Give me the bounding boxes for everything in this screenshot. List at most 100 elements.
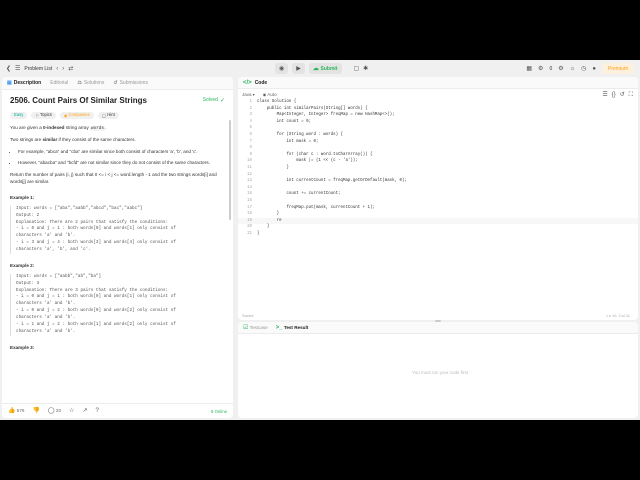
topics-badge[interactable]: ⚐ Topics (31, 112, 56, 119)
code-text: mask |= (1 << (c - 'a')); (257, 159, 358, 164)
line-number: 1 (249, 100, 252, 104)
result-tabbar: ☑ Testcase >_ Test Result (238, 322, 638, 334)
code-line[interactable]: 7 int mask = 0; (238, 139, 638, 146)
code-line[interactable]: 13 int currentCount = freqMap.getOrDefau… (238, 178, 638, 185)
code-text: } (257, 166, 289, 170)
prev-problem-icon[interactable]: ‹ (56, 66, 58, 72)
autocomplete-toggle[interactable]: ◉ Auto (263, 92, 277, 97)
code-tab-label[interactable]: Code (255, 80, 268, 86)
code-line[interactable]: 12 (238, 172, 638, 179)
reset-icon[interactable]: ↺ (620, 92, 625, 98)
tab-editorial[interactable]: Editorial (50, 80, 68, 86)
streak-icon[interactable]: ⚙ (538, 66, 543, 72)
code-line[interactable]: 21} (238, 231, 638, 238)
submit-button[interactable]: ☁ Submit (308, 63, 342, 74)
avatar[interactable]: ● (592, 66, 596, 72)
code-line[interactable]: 15 count += currentCount; (238, 191, 638, 198)
code-line[interactable]: 8 (238, 145, 638, 152)
tab-test-result[interactable]: >_ Test Result (276, 325, 309, 331)
code-line[interactable]: 17 freqMap.put(mask, currentCount + 1); (238, 205, 638, 212)
notification-icon[interactable]: ☼ (570, 66, 576, 72)
leetcode-app: ❮ ☰ Problem List ‹ › ⇄ ◉ ▶ ☁ Submit ▢ ✱ … (0, 60, 640, 420)
code-line[interactable]: 9 for (char c : word.toCharArray()) { (238, 152, 638, 159)
like-button[interactable]: 👍 576 (8, 408, 24, 414)
example-1-heading: Example 1: (10, 194, 35, 200)
code-text: for (char c : word.toCharArray()) { (257, 152, 373, 157)
line-number: 5 (249, 126, 252, 131)
list-icon[interactable]: ☰ (15, 66, 20, 72)
code-line[interactable]: 10 mask |= (1 << (c - 'a')); (238, 158, 638, 165)
code-line[interactable]: 19 re (238, 217, 638, 225)
code-text: public int similarPairs(String[] words) … (257, 106, 368, 111)
layout-icon[interactable]: ▦ (526, 66, 532, 72)
thumbs-down-icon[interactable]: 👎 (32, 408, 39, 414)
problem-badges: Easy ⚐ Topics ◉ Companies ◯ Hint (10, 112, 225, 119)
tab-testcase[interactable]: ☑ Testcase (243, 325, 268, 331)
bug-icon: ◉ (279, 65, 285, 72)
code-line[interactable]: 18 } (238, 211, 638, 218)
bookmark-icon[interactable]: ☰ (602, 92, 607, 98)
companies-badge[interactable]: ◉ Companies (59, 112, 94, 119)
code-line[interactable]: 3 Map<Integer, Integer> freqMap = new Ha… (238, 112, 638, 119)
line-number: 9 (249, 152, 252, 157)
line-number: 11 (247, 166, 252, 170)
code-line[interactable]: 20 } (238, 224, 638, 231)
document-icon: ▤ (7, 79, 12, 86)
chevron-down-icon: ▾ (252, 91, 255, 97)
shuffle-icon[interactable]: ⇄ (68, 66, 73, 72)
code-line[interactable]: 1 class Solution { (238, 99, 638, 106)
help-icon[interactable]: ? (95, 408, 98, 414)
problem-list-link[interactable]: Problem List (24, 66, 52, 72)
code-line[interactable]: 4 int count = 0; (238, 119, 638, 126)
code-line[interactable]: 11 } (238, 165, 638, 172)
code-text: } (257, 212, 280, 217)
list-item: For example, "abca" and "cba" are simila… (18, 149, 225, 156)
language-select[interactable]: Java ▾ (242, 92, 255, 97)
code-text: freqMap.put(mask, currentCount + 1); (257, 205, 375, 210)
code-text: int currentCount = freqMap.getOrDefault(… (257, 179, 407, 184)
editor-tools: ☰ {} ↺ ⛶ (602, 92, 633, 98)
comments-button[interactable]: ◯ 20 (48, 408, 61, 414)
code-text: for (String word : words) { (257, 133, 343, 137)
code-line[interactable]: 14 (238, 185, 638, 192)
run-button[interactable]: ▶ (292, 63, 305, 74)
code-brackets-icon: </> (243, 79, 252, 86)
similar-definition: Two strings are similar if they consist … (10, 137, 136, 143)
example-3-heading: Example 3: (10, 344, 35, 350)
code-text: int mask = 0; (257, 139, 319, 144)
code-editor[interactable]: 1 class Solution {2 public int similarPai… (238, 99, 638, 299)
logo-icon[interactable]: ❮ (6, 66, 11, 72)
braces-icon[interactable]: {} (612, 92, 616, 98)
code-line[interactable]: 2 public int similarPairs(String[] words… (238, 106, 638, 113)
tab-description[interactable]: ▤ Description (7, 80, 41, 86)
line-number: 20 (247, 225, 252, 230)
tab-solutions[interactable]: ⚖ Solutions (77, 80, 104, 86)
star-icon[interactable]: ☆ (69, 408, 74, 414)
code-line[interactable]: 6 for (String word : words) { (238, 132, 638, 139)
next-problem-icon[interactable]: › (62, 66, 64, 72)
editor-toolbar: Java ▾ ◉ Auto (238, 89, 638, 99)
line-number: 16 (247, 199, 252, 203)
description-scrollbar[interactable] (229, 120, 231, 220)
intro-text: You are given a 0-indexed string array w… (10, 125, 107, 131)
debug-button[interactable]: ◉ (275, 63, 289, 74)
problem-title[interactable]: 2506. Count Pairs Of Similar Strings (10, 95, 147, 107)
line-number: 13 (247, 179, 252, 184)
code-panel: </> Code Java ▾ ◉ Auto ☰ {} ↺ ⛶ 1 class S… (238, 77, 638, 320)
settings-icon[interactable]: ⚙ (558, 66, 563, 72)
ai-icon[interactable]: ✱ (363, 66, 368, 72)
share-icon[interactable]: ↗ (82, 408, 87, 414)
lock-icon: ◉ (262, 91, 267, 97)
run-code-message: You must run your code first (412, 370, 468, 375)
hint-badge[interactable]: ◯ Hint (97, 112, 119, 119)
line-number: 8 (249, 146, 252, 151)
code-line[interactable]: 5 (238, 125, 638, 132)
notes-icon[interactable]: ▢ (354, 66, 360, 72)
premium-button[interactable]: Premium (601, 63, 634, 74)
tab-submissions[interactable]: ↺ Submissions (113, 80, 148, 86)
terminal-icon: >_ (275, 324, 283, 331)
code-line[interactable]: 16 (238, 198, 638, 205)
timer-icon[interactable]: ◷ (581, 66, 586, 72)
example-2-block: Input: words = ["aabb","ab","ba"] Output… (10, 273, 225, 336)
fullscreen-icon[interactable]: ⛶ (629, 92, 633, 98)
